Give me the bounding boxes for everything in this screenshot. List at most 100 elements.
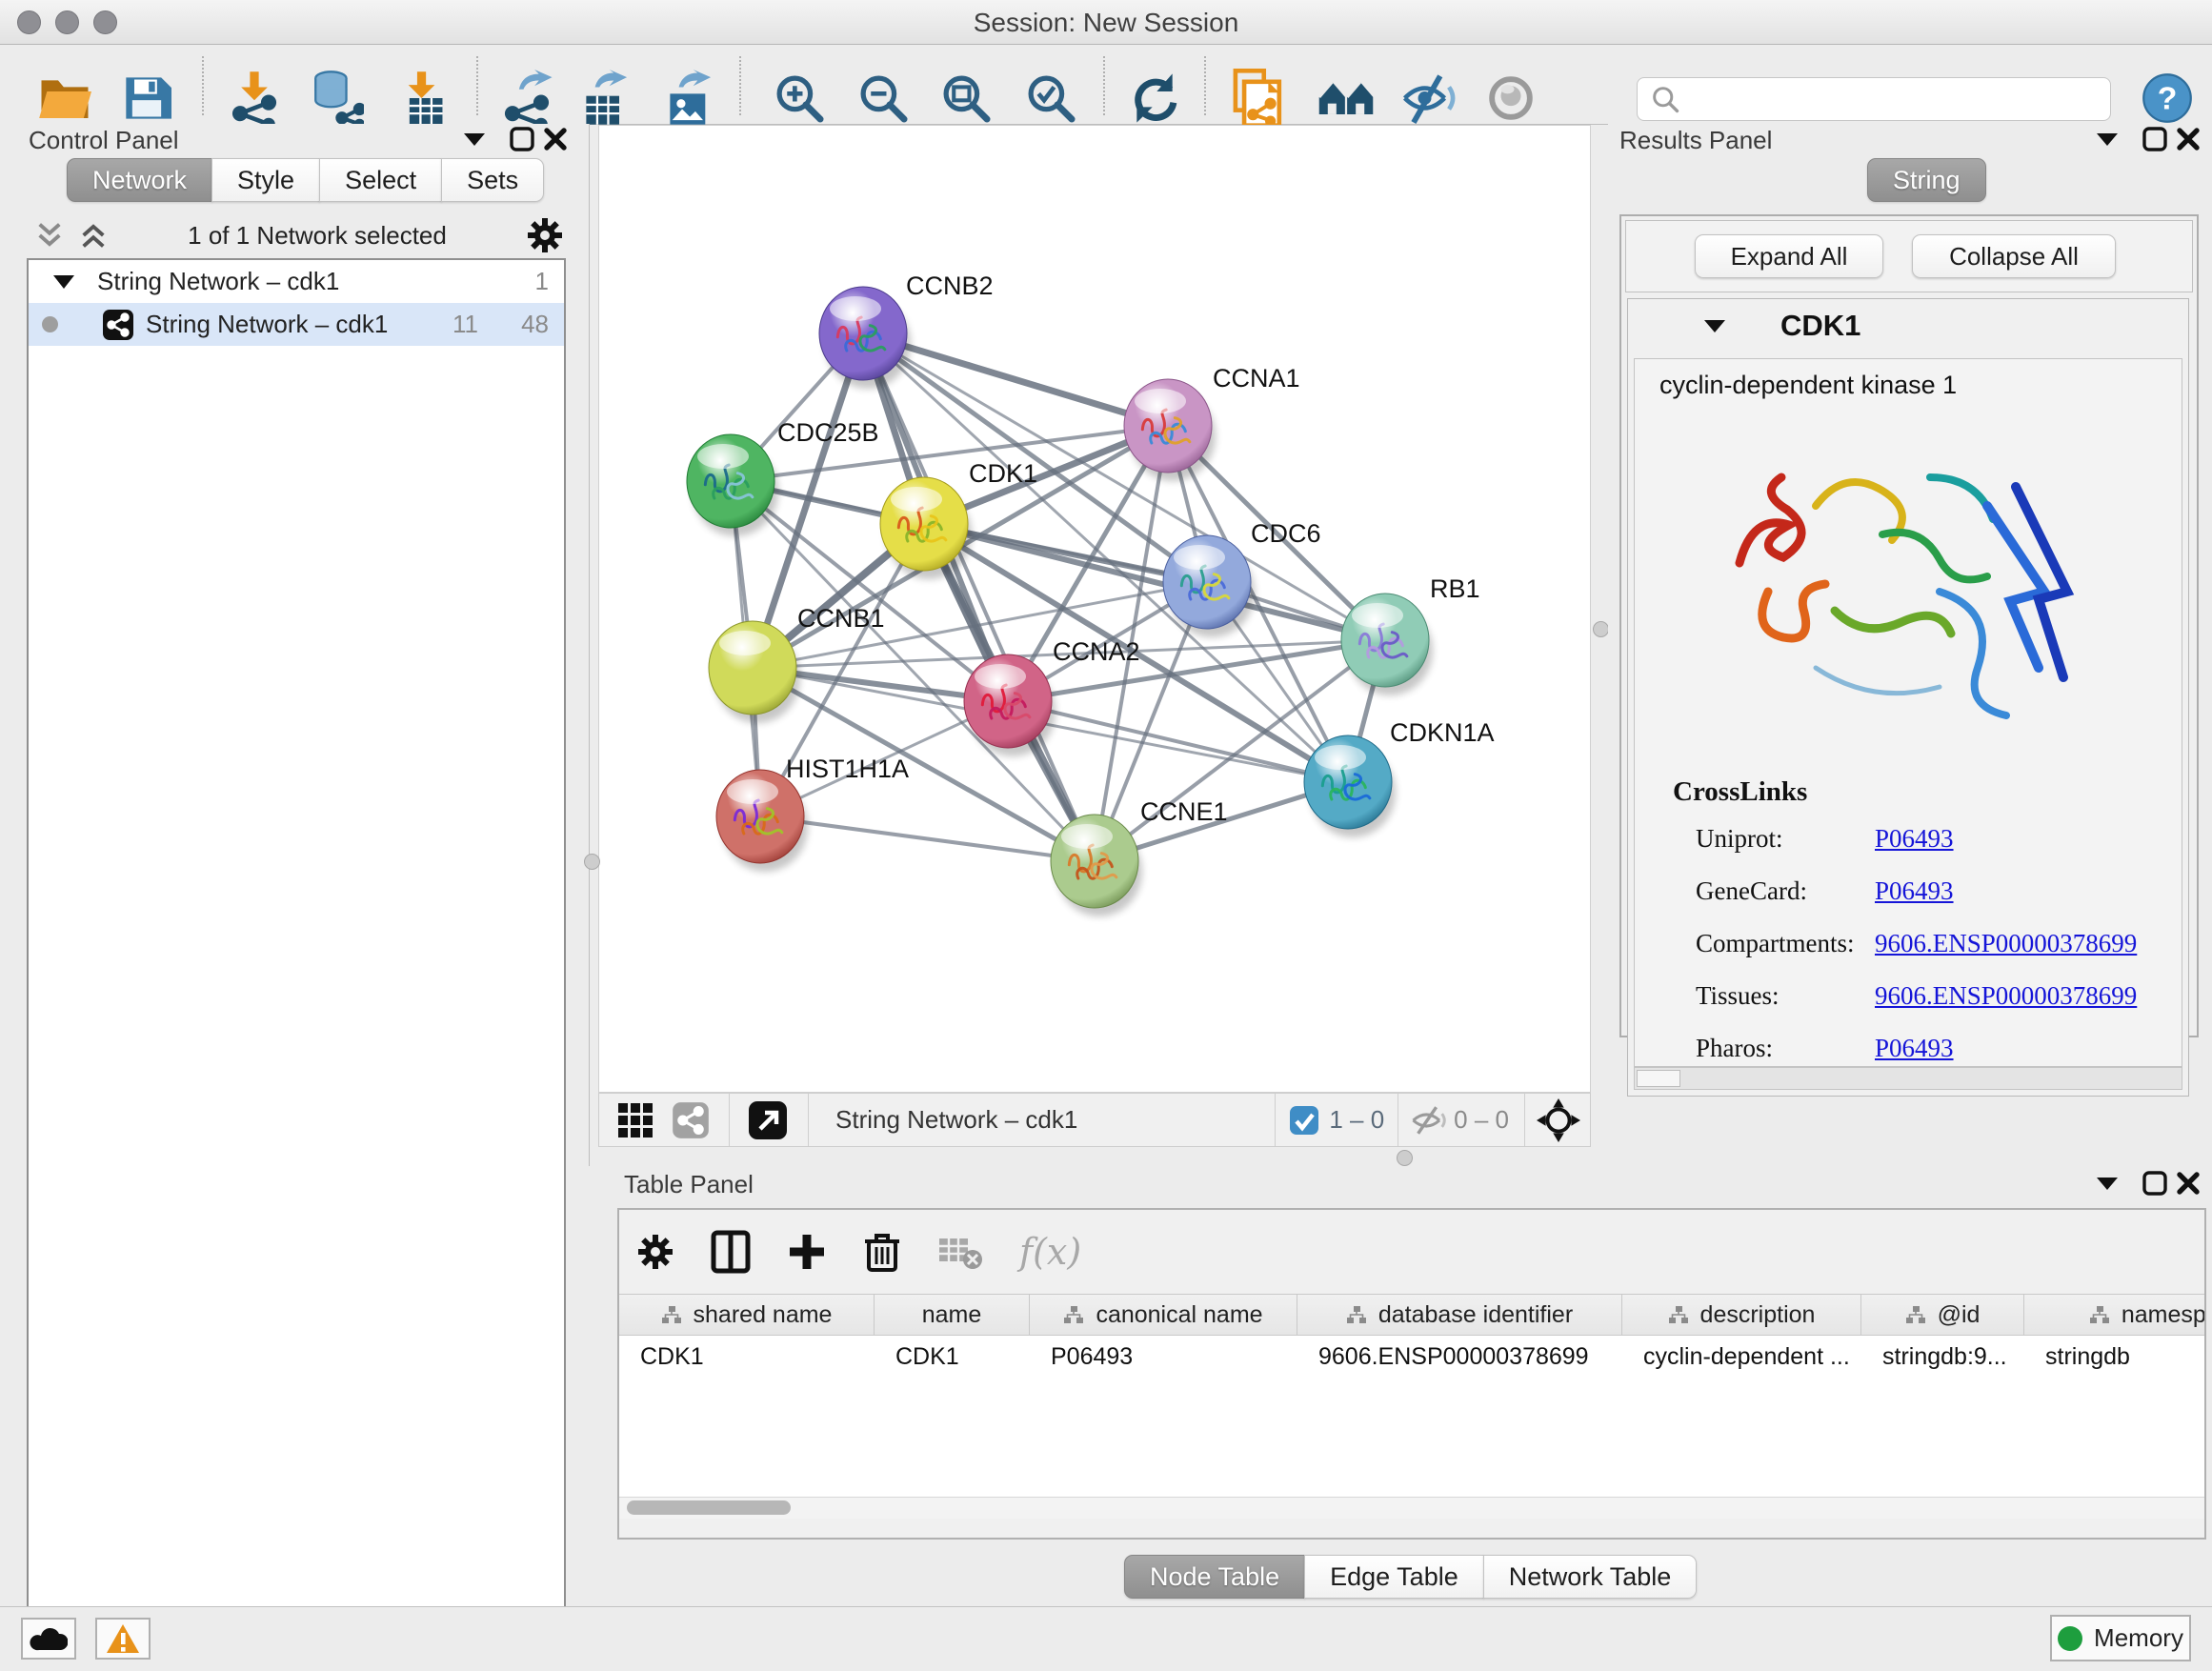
crosslink-value-link[interactable]: 9606.ENSP00000378699 <box>1875 981 2137 1011</box>
collapse-all-button[interactable]: Collapse All <box>1912 234 2116 278</box>
import-network-from-file-icon[interactable] <box>227 70 282 127</box>
table-horizontal-scrollbar[interactable] <box>619 1497 2204 1519</box>
crosslink-value-link[interactable]: P06493 <box>1875 1034 1954 1063</box>
table-cell[interactable]: stringdb:9... <box>1861 1336 2024 1378</box>
fit-selected-crosshair-icon[interactable] <box>1537 1098 1580 1142</box>
network-collection-row[interactable]: String Network – cdk1 1 <box>29 260 564 303</box>
export-image-icon[interactable] <box>661 70 716 127</box>
zoom-selected-icon[interactable] <box>1023 70 1078 126</box>
close-panel-icon[interactable] <box>2176 1171 2201 1196</box>
tab-node-table[interactable]: Node Table <box>1124 1555 1305 1599</box>
left-splitter-handle[interactable] <box>584 854 600 870</box>
export-table-icon[interactable] <box>577 70 633 127</box>
network-node-CCNE1[interactable]: CCNE1 <box>1051 797 1228 916</box>
right-splitter-handle[interactable] <box>1593 621 1609 637</box>
network-edge[interactable] <box>760 816 1095 861</box>
collapse-panel-icon[interactable] <box>2097 1178 2118 1190</box>
zoom-out-icon[interactable] <box>855 70 911 126</box>
selected-checkbox-icon[interactable] <box>1289 1105 1319 1136</box>
float-panel-icon[interactable] <box>2142 1170 2168 1197</box>
collection-label: String Network – cdk1 <box>97 267 339 296</box>
network-node-HIST1H1A[interactable]: HIST1H1A <box>716 755 909 872</box>
network-node-RB1[interactable]: RB1 <box>1341 574 1480 695</box>
export-network-icon[interactable] <box>499 70 554 127</box>
tab-edge-table[interactable]: Edge Table <box>1304 1555 1484 1599</box>
horizontal-splitter-handle[interactable] <box>1397 1150 1413 1166</box>
clone-network-icon[interactable] <box>1231 69 1286 128</box>
network-node-CDC25B[interactable]: CDC25B <box>687 418 879 536</box>
table-row[interactable]: CDK1CDK1P064939606.ENSP00000378699cyclin… <box>619 1336 2204 1378</box>
warning-status-button[interactable] <box>95 1618 151 1660</box>
table-cell[interactable]: CDK1 <box>875 1336 1030 1378</box>
table-cell[interactable]: stringdb <box>2024 1336 2204 1378</box>
table-options-gear-icon[interactable] <box>636 1233 674 1271</box>
protein-details-scrollbar[interactable] <box>1634 1067 2182 1090</box>
tab-select[interactable]: Select <box>319 158 442 202</box>
network-node-CDK1[interactable]: CDK1 <box>880 459 1037 579</box>
open-session-icon[interactable] <box>38 73 91 123</box>
network-node-CDKN1A[interactable]: CDKN1A <box>1304 718 1495 837</box>
column-header-namespace[interactable]: namespace <box>2024 1295 2204 1335</box>
close-panel-icon[interactable] <box>2176 127 2201 151</box>
search-input[interactable] <box>1687 81 2110 117</box>
tab-sets[interactable]: Sets <box>441 158 544 202</box>
network-row[interactable]: String Network – cdk1 11 48 <box>29 303 564 346</box>
column-header-canonical-name[interactable]: canonical name <box>1030 1295 1297 1335</box>
cloud-status-button[interactable] <box>21 1618 76 1660</box>
float-panel-icon[interactable] <box>2142 126 2168 152</box>
network-node-CCNB2[interactable]: CCNB2 <box>819 272 994 389</box>
delete-column-icon[interactable] <box>863 1230 901 1274</box>
help-icon[interactable]: ? <box>2142 72 2193 124</box>
string-panel-icon[interactable] <box>672 1101 710 1139</box>
show-graphics-details-icon[interactable] <box>1484 71 1538 125</box>
show-columns-icon[interactable] <box>711 1230 751 1274</box>
tab-network[interactable]: Network <box>67 158 212 202</box>
tab-network-table[interactable]: Network Table <box>1483 1555 1698 1599</box>
collapse-panel-icon[interactable] <box>2097 133 2118 146</box>
scrollbar-thumb[interactable] <box>627 1500 791 1515</box>
network-canvas[interactable]: CCNB2CCNA1CDC25BCDK1CDC6RB1CCNB1CCNA2CDK… <box>598 125 1591 1093</box>
close-panel-icon[interactable] <box>543 127 568 151</box>
column-type-icon <box>661 1305 682 1324</box>
import-table-icon[interactable] <box>398 70 452 127</box>
table-cell[interactable]: cyclin-dependent ... <box>1622 1336 1861 1378</box>
table-header-row: shared namenamecanonical namedatabase id… <box>619 1294 2204 1336</box>
expand-all-button[interactable]: Expand All <box>1695 234 1883 278</box>
column-header-description[interactable]: description <box>1622 1295 1861 1335</box>
collapse-all-icon[interactable] <box>34 220 65 251</box>
collapse-panel-icon[interactable] <box>464 133 485 146</box>
collection-expand-icon[interactable] <box>53 275 74 289</box>
column-header-shared-name[interactable]: shared name <box>619 1295 875 1335</box>
table-cell[interactable]: P06493 <box>1030 1336 1297 1378</box>
network-graph[interactable]: CCNB2CCNA1CDC25BCDK1CDC6RB1CCNB1CCNA2CDK… <box>599 126 1590 1092</box>
column-header-database-identifier[interactable]: database identifier <box>1297 1295 1622 1335</box>
tab-style[interactable]: Style <box>211 158 320 202</box>
hide-selected-icon[interactable] <box>1400 71 1456 125</box>
crosslinks-list: Uniprot:P06493GeneCard:P06493Compartment… <box>1696 815 2172 1067</box>
refresh-icon[interactable] <box>1128 71 1181 125</box>
zoom-fit-icon[interactable] <box>938 70 994 126</box>
float-panel-icon[interactable] <box>509 126 535 152</box>
crosslink-value-link[interactable]: P06493 <box>1875 876 1954 906</box>
table-cell[interactable]: 9606.ENSP00000378699 <box>1297 1336 1622 1378</box>
zoom-in-icon[interactable] <box>772 70 827 126</box>
table-cell[interactable]: CDK1 <box>619 1336 875 1378</box>
show-all-networks-icon[interactable] <box>1317 73 1376 123</box>
column-header-name[interactable]: name <box>875 1295 1030 1335</box>
network-edge[interactable] <box>1008 701 1348 782</box>
tab-string[interactable]: String <box>1867 158 1986 202</box>
selected-counts: 1 – 0 <box>1329 1105 1384 1135</box>
save-session-icon[interactable] <box>122 73 171 123</box>
network-options-gear-icon[interactable] <box>526 216 564 254</box>
expand-all-icon[interactable] <box>78 220 109 251</box>
column-header-@id[interactable]: @id <box>1861 1295 2024 1335</box>
crosslink-value-link[interactable]: P06493 <box>1875 824 1954 854</box>
protein-section-collapse-icon[interactable] <box>1704 320 1725 332</box>
memory-button[interactable]: Memory <box>2050 1615 2191 1661</box>
open-in-new-window-icon[interactable] <box>747 1099 789 1141</box>
import-network-from-database-icon[interactable] <box>307 70 364 127</box>
network-node-CCNA1[interactable]: CCNA1 <box>1124 364 1300 481</box>
birds-eye-view-icon[interactable] <box>616 1101 654 1139</box>
crosslink-value-link[interactable]: 9606.ENSP00000378699 <box>1875 929 2137 958</box>
create-column-icon[interactable] <box>787 1232 827 1272</box>
